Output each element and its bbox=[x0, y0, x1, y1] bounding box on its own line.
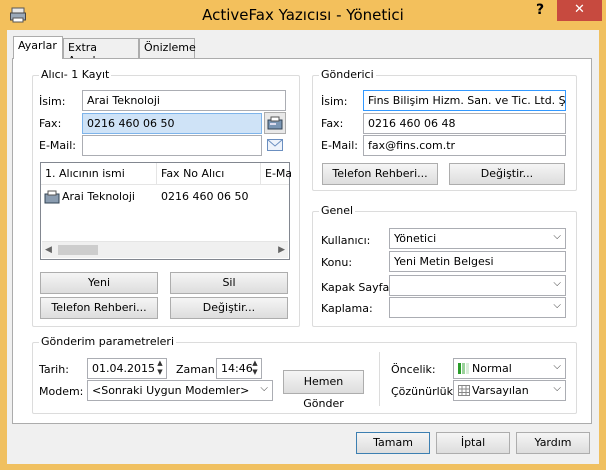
time-label: Zaman: bbox=[176, 363, 219, 376]
sender-name-label: İsim: bbox=[321, 95, 348, 108]
dialog-window: ActiveFax Yazıcısı - Yönetici ? ✕ Ayarla… bbox=[0, 0, 606, 470]
scroll-left-icon[interactable]: ◀ bbox=[45, 245, 52, 255]
modem-select-value: <Sonraki Uygun Modemler> bbox=[92, 384, 250, 397]
new-recipient-button[interactable]: Yeni bbox=[40, 272, 158, 294]
priority-select-value: Normal bbox=[472, 362, 512, 375]
sender-fax-label: Fax: bbox=[321, 117, 344, 130]
recipient-group-label: Alıcı- 1 Kayıt bbox=[39, 68, 112, 81]
delete-recipient-button[interactable]: Sil bbox=[170, 272, 288, 294]
resolution-label: Çözünürlük: bbox=[391, 385, 457, 398]
overlay-label: Kaplama: bbox=[321, 302, 373, 315]
subject-label: Konu: bbox=[321, 256, 353, 269]
settings-panel: Alıcı- 1 Kayıt İsim: Arai Teknoloji Fax:… bbox=[12, 58, 592, 424]
cover-page-select[interactable]: ⌵ bbox=[389, 275, 566, 296]
priority-bars-icon bbox=[458, 363, 470, 374]
scroll-right-icon[interactable]: ▶ bbox=[278, 245, 285, 255]
tab-onizleme[interactable]: Önizleme bbox=[139, 38, 196, 58]
date-value: 01.04.2015 bbox=[92, 362, 155, 375]
recipient-email-label: E-Mail: bbox=[39, 139, 76, 152]
recipient-list[interactable]: 1. Alıcının ismi Fax No Alıcı E-Ma Arai … bbox=[40, 162, 291, 260]
user-label: Kullanıcı: bbox=[321, 234, 371, 247]
general-group-label: Genel bbox=[319, 204, 356, 217]
help-title-button[interactable]: ? bbox=[528, 2, 552, 22]
envelope-icon bbox=[267, 139, 283, 151]
chevron-down-icon: ⌵ bbox=[553, 231, 561, 242]
sender-group-label: Gönderici bbox=[319, 68, 376, 81]
chevron-down-icon: ⌵ bbox=[260, 383, 268, 394]
column-header-fax[interactable]: Fax No Alıcı bbox=[157, 163, 261, 185]
subject-input[interactable]: Yeni Metin Belgesi bbox=[389, 251, 566, 272]
recipient-fax-label: Fax: bbox=[39, 117, 62, 130]
recipient-list-header: 1. Alıcının ismi Fax No Alıcı E-Ma bbox=[41, 163, 291, 185]
date-label: Tarih: bbox=[39, 363, 69, 376]
dialog-client: Ayarlar Extra Ayarlar Önizleme Alıcı- 1 … bbox=[7, 30, 599, 464]
resolution-select-value: Varsayılan bbox=[472, 384, 529, 397]
sender-name-input[interactable]: Fins Bilişim Hizm. San. ve Tic. Ltd. Şti… bbox=[363, 90, 566, 111]
send-now-button[interactable]: Hemen Gönder bbox=[283, 370, 364, 410]
recipient-change-button[interactable]: Değiştir... bbox=[170, 297, 288, 319]
column-header-name[interactable]: 1. Alıcının ismi bbox=[41, 163, 157, 185]
scrollbar-thumb[interactable] bbox=[58, 245, 98, 255]
row-name-cell: Arai Teknoloji bbox=[62, 190, 135, 203]
priority-select[interactable]: Normal ⌵ bbox=[453, 358, 566, 379]
table-row[interactable]: Arai Teknoloji 0216 460 06 50 bbox=[41, 187, 289, 207]
column-header-email[interactable]: E-Ma bbox=[261, 163, 291, 185]
overlay-select[interactable]: ⌵ bbox=[389, 297, 566, 318]
row-fax-cell: 0216 460 06 50 bbox=[161, 190, 249, 203]
user-select-value: Yönetici bbox=[394, 232, 437, 245]
priority-label: Öncelik: bbox=[391, 363, 436, 376]
resolution-grid-icon bbox=[458, 385, 470, 396]
modem-label: Modem: bbox=[39, 385, 84, 398]
chevron-down-icon: ⌵ bbox=[553, 278, 561, 289]
chevron-down-icon: ⌵ bbox=[553, 361, 561, 372]
sender-change-button[interactable]: Değiştir... bbox=[449, 163, 565, 185]
sender-phonebook-button[interactable]: Telefon Rehberi... bbox=[322, 163, 438, 185]
send-params-group-label: Gönderim parametreleri bbox=[39, 335, 176, 348]
recipient-name-label: İsim: bbox=[39, 95, 66, 108]
chevron-down-icon: ⌵ bbox=[553, 383, 561, 394]
date-spin-icon[interactable]: ▲ ▼ bbox=[154, 359, 166, 378]
fax-select-icon-button[interactable] bbox=[264, 112, 286, 134]
fax-machine-icon bbox=[267, 116, 283, 130]
params-divider bbox=[379, 352, 380, 406]
help-button[interactable]: Yardım bbox=[516, 432, 590, 454]
recipient-phonebook-button[interactable]: Telefon Rehberi... bbox=[40, 297, 158, 319]
email-envelope-icon-button[interactable] bbox=[264, 134, 286, 156]
tab-extra-ayarlar[interactable]: Extra Ayarlar bbox=[63, 38, 139, 67]
user-select[interactable]: Yönetici ⌵ bbox=[389, 228, 566, 249]
recipient-email-input[interactable] bbox=[82, 135, 262, 156]
horizontal-scrollbar[interactable]: ◀ ▶ bbox=[42, 241, 288, 258]
modem-select[interactable]: <Sonraki Uygun Modemler> ⌵ bbox=[87, 380, 273, 401]
close-button[interactable]: ✕ bbox=[557, 0, 602, 21]
title-bar[interactable]: ActiveFax Yazıcısı - Yönetici ? ✕ bbox=[0, 0, 606, 30]
sender-email-label: E-Mail: bbox=[321, 139, 358, 152]
tab-ayarlar[interactable]: Ayarlar bbox=[13, 36, 63, 59]
ok-button[interactable]: Tamam bbox=[356, 432, 430, 454]
sender-email-input[interactable]: fax@fins.com.tr bbox=[363, 135, 566, 156]
cover-page-label: Kapak Sayfa: bbox=[321, 281, 393, 294]
time-value: 14:46 bbox=[221, 362, 253, 375]
resolution-select[interactable]: Varsayılan ⌵ bbox=[453, 380, 566, 401]
cancel-button[interactable]: İptal bbox=[436, 432, 510, 454]
window-title: ActiveFax Yazıcısı - Yönetici bbox=[202, 6, 404, 24]
chevron-down-icon: ⌵ bbox=[553, 300, 561, 311]
recipient-fax-input[interactable]: 0216 460 06 50 bbox=[82, 113, 262, 134]
recipient-name-input[interactable]: Arai Teknoloji bbox=[82, 90, 286, 111]
time-spin-icon[interactable]: ▲ ▼ bbox=[249, 359, 261, 378]
sender-fax-input[interactable]: 0216 460 06 48 bbox=[363, 113, 566, 134]
